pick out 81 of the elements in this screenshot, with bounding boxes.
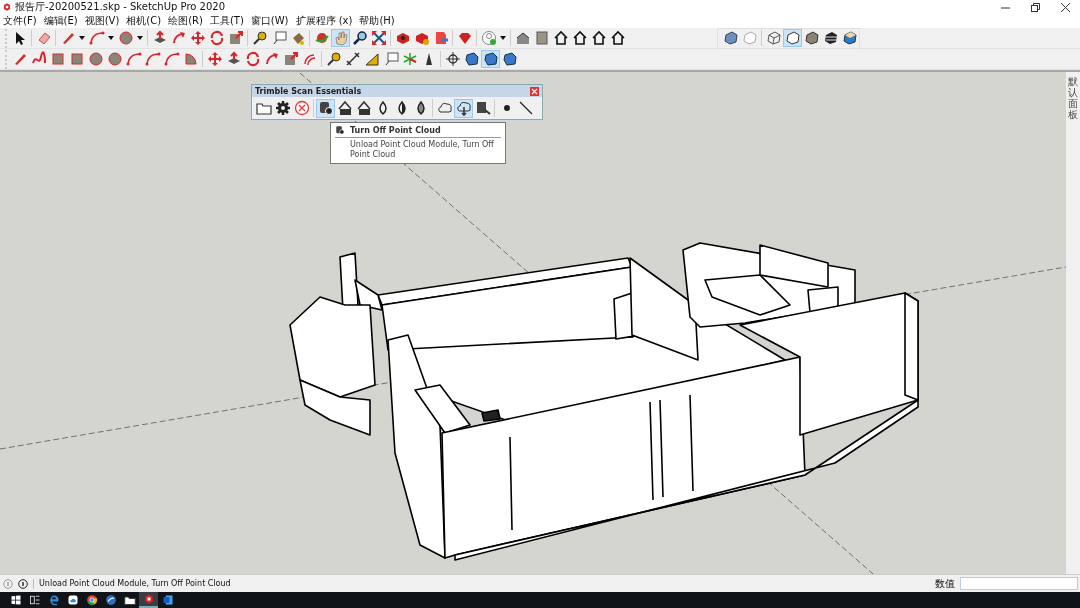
measurement-field[interactable] xyxy=(960,577,1078,590)
zoom-icon[interactable] xyxy=(351,30,368,46)
export-icon[interactable] xyxy=(474,100,491,116)
sketchup-icon[interactable] xyxy=(142,593,155,605)
circle-icon[interactable] xyxy=(117,30,134,46)
tooltip-description: Unload Point Cloud Module, Turn Off Point Cloud xyxy=(349,140,495,160)
orbit-icon[interactable] xyxy=(313,30,330,46)
arc-icon[interactable] xyxy=(144,51,161,67)
zoom-extents-icon[interactable] xyxy=(370,30,387,46)
menu-item[interactable]: 绘图(R) xyxy=(168,14,203,28)
menu-item[interactable]: 窗口(W) xyxy=(250,14,289,28)
crosshair-icon[interactable] xyxy=(444,51,461,67)
info-icon[interactable] xyxy=(18,578,28,589)
cloud-app-icon[interactable] xyxy=(66,594,79,606)
menu-item[interactable]: 工具(T) xyxy=(209,14,244,28)
house-icon[interactable] xyxy=(514,30,531,46)
chrome-icon[interactable] xyxy=(85,594,98,606)
scale-icon[interactable] xyxy=(227,30,244,46)
arc-icon[interactable] xyxy=(125,51,142,67)
scale-icon[interactable] xyxy=(282,51,299,67)
rotate-icon[interactable] xyxy=(244,51,261,67)
word-icon[interactable] xyxy=(161,594,174,606)
menu-item[interactable]: 相机(C) xyxy=(126,14,162,28)
dimension-icon[interactable] xyxy=(344,51,361,67)
rectangle-icon[interactable] xyxy=(49,51,66,67)
house-icon[interactable] xyxy=(552,30,569,46)
task-view-icon[interactable] xyxy=(28,594,41,606)
cube-icon[interactable] xyxy=(722,30,739,46)
measurement-label: 数值 xyxy=(935,576,955,591)
protractor-icon[interactable] xyxy=(363,51,380,67)
house-icon[interactable] xyxy=(571,30,588,46)
pie-icon[interactable] xyxy=(182,51,199,67)
cancel-icon[interactable] xyxy=(293,100,310,116)
section-plane-icon[interactable] xyxy=(501,51,518,67)
rectangle-icon[interactable] xyxy=(68,51,85,67)
offset-icon[interactable] xyxy=(301,51,318,67)
restore-icon[interactable] xyxy=(1030,2,1040,12)
box-icon[interactable] xyxy=(394,30,411,46)
settings-icon[interactable] xyxy=(274,100,291,116)
tooltip-title: Turn Off Point Cloud xyxy=(350,125,441,135)
gem-icon[interactable] xyxy=(456,30,473,46)
cube-icon[interactable] xyxy=(803,30,820,46)
move-icon[interactable] xyxy=(189,30,206,46)
wireframe-cube-icon[interactable] xyxy=(765,30,782,46)
tape-measure-icon[interactable] xyxy=(325,51,342,67)
default-tray-tab[interactable]: 默认面板 xyxy=(1068,76,1078,574)
cloud-download-icon[interactable] xyxy=(455,100,472,116)
move-icon[interactable] xyxy=(206,51,223,67)
menu-item[interactable]: 帮助(H) xyxy=(359,14,395,28)
follow-me-icon[interactable] xyxy=(170,30,187,46)
toolbar-title: Trimble Scan Essentials xyxy=(255,86,362,96)
cube-icon[interactable] xyxy=(841,30,858,46)
cube-icon[interactable] xyxy=(784,30,801,46)
house-icon[interactable] xyxy=(609,30,626,46)
status-message: Unload Point Cloud Module, Turn Off Point Cloud xyxy=(39,579,231,588)
circle-icon[interactable] xyxy=(87,51,104,67)
door-panel-icon[interactable] xyxy=(533,30,550,46)
section-plane-icon[interactable] xyxy=(482,51,499,67)
rotate-icon[interactable] xyxy=(208,30,225,46)
arc-icon[interactable] xyxy=(88,30,105,46)
menu-item[interactable]: 文件(F) xyxy=(3,14,37,28)
menu-item[interactable]: 视图(V) xyxy=(84,14,120,28)
house-icon[interactable] xyxy=(590,30,607,46)
window-title: 报告厅-20200521.skp - SketchUp Pro 2020 xyxy=(15,0,226,14)
circle-app-icon[interactable] xyxy=(104,594,117,606)
browser-icon[interactable] xyxy=(47,594,60,606)
section-plane-icon[interactable] xyxy=(463,51,480,67)
striped-cube-icon[interactable] xyxy=(822,30,839,46)
circle-icon[interactable] xyxy=(106,51,123,67)
folder-icon[interactable] xyxy=(123,594,136,606)
arc-icon[interactable] xyxy=(163,51,180,67)
line-icon[interactable] xyxy=(517,100,534,116)
menu-item[interactable]: 编辑(E) xyxy=(43,14,78,28)
cloud-icon[interactable] xyxy=(436,100,453,116)
close-icon[interactable] xyxy=(1060,2,1070,12)
follow-me-icon[interactable] xyxy=(263,51,280,67)
windows-logo-icon[interactable] xyxy=(9,594,22,606)
menu-item[interactable]: 扩展程序 (x) xyxy=(295,14,353,28)
axes-icon[interactable] xyxy=(401,51,418,67)
tape-measure-icon[interactable] xyxy=(251,30,268,46)
box-badge-icon[interactable] xyxy=(413,30,430,46)
